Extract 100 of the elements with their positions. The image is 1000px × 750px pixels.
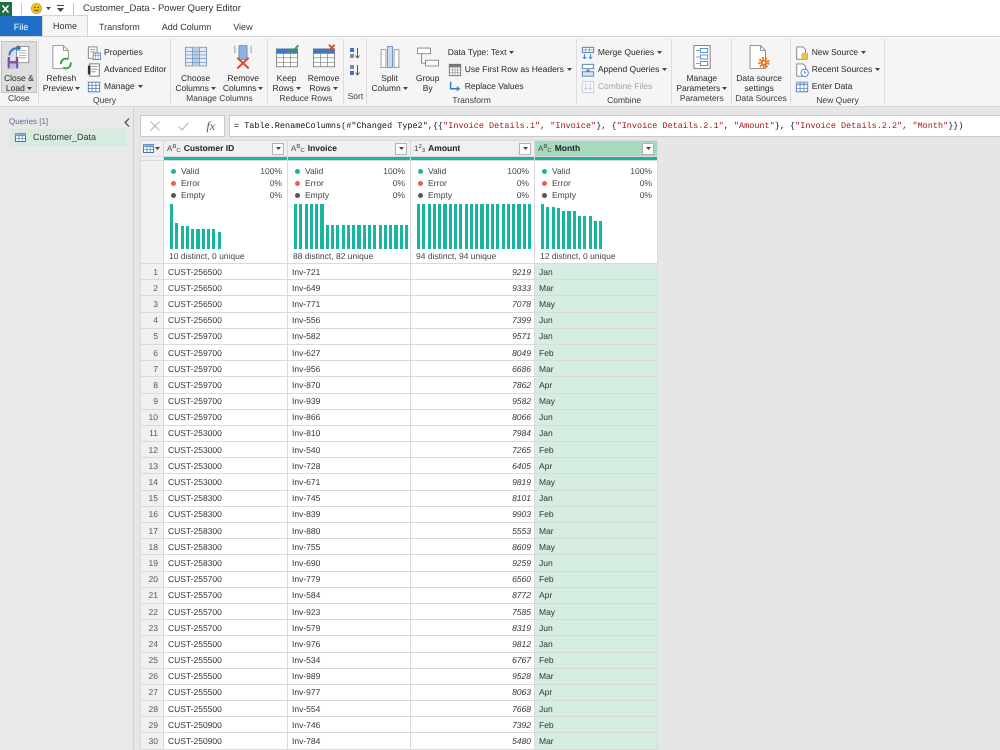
filter-button[interactable] [395,142,407,154]
file-tab[interactable]: File [0,16,42,36]
row-number: 21 [140,587,164,604]
remove-rows-button[interactable]: Remove Rows [304,41,342,93]
histogram-bar [357,225,361,249]
row-number: 19 [140,554,164,572]
table-cell: Inv-866 [288,409,410,426]
table-cell: CUST-255700 [164,603,288,620]
table-cell: 8609 [410,538,534,555]
histogram-bar [583,216,586,249]
column-header[interactable]: A$^{B}$$_{C}$ Invoice [288,140,410,156]
column-header[interactable]: 1$^{2}$$_{3}$ Amount [410,140,534,156]
append-queries-button[interactable]: Append Queries [578,61,670,78]
row-number: 24 [140,636,164,652]
choose-columns-button[interactable]: Choose Columns [172,41,219,93]
table-cell: CUST-253000 [164,442,288,458]
table-cell: CUST-259700 [164,328,288,344]
split-column-button[interactable]: Split Column [368,41,411,93]
table-cell: Feb [534,442,658,458]
histogram-bar [567,211,571,249]
table-cell: 9219 [410,264,534,280]
manage-button[interactable]: Manage [84,78,170,95]
histogram-bar [594,221,597,249]
ribbon-tab[interactable]: View [222,16,264,36]
table-cell: CUST-255700 [164,571,288,588]
table-cell: CUST-258300 [164,490,288,506]
table-cell: 9333 [410,280,534,296]
properties-button[interactable]: Properties [84,44,170,61]
manage-parameters-button[interactable]: Manage Parameters [673,41,730,93]
keep-rows-button[interactable]: Keep Rows [269,41,304,93]
new-source-button[interactable]: New Source [792,44,884,61]
group-by-button[interactable]: Group By [412,41,444,93]
remove-columns-button[interactable]: Remove Columns [220,41,266,93]
row-number: 25 [140,652,164,668]
table-cell: 7984 [410,425,534,442]
customize-toolbar-icon[interactable] [57,5,64,12]
histogram-bar [191,229,194,249]
table-cross-icon [310,44,337,70]
table-cell: Inv-771 [288,296,410,312]
stat-label: Error [305,178,324,188]
table-cell: May [534,393,658,410]
stat-value: 0% [392,190,405,200]
row-number: 13 [140,458,164,474]
row-number: 22 [140,603,164,620]
filter-button[interactable] [642,142,654,154]
data-type-button[interactable]: Data Type: Text [444,44,575,61]
query-item[interactable]: Customer_Data [10,129,127,146]
check-icon [178,122,189,130]
use-first-row-button[interactable]: Use First Row as Headers [444,61,575,78]
row-number: 7 [140,360,164,377]
table-cell: Mar [534,522,658,539]
ribbon-tab[interactable]: Home [42,15,88,36]
column-header[interactable]: A$^{B}$$_{C}$ Month [534,140,658,156]
table-cell: 7399 [410,312,534,328]
data-source-settings-button[interactable]: Data source settings [733,41,786,93]
insert-function-button[interactable]: fx [203,119,218,133]
table-cell: CUST-250900 [164,716,288,733]
table-icon [15,133,26,142]
table-cell: CUST-253000 [164,474,288,490]
table-cell: CUST-258300 [164,522,288,539]
column-header[interactable]: A$^{B}$$_{C}$ Customer ID [164,140,288,156]
table-cell: Inv-579 [288,620,410,636]
histogram-bar [454,204,458,249]
filter-button[interactable] [519,142,531,154]
ribbon-tab[interactable]: Transform [88,16,151,36]
table-cell: 9582 [410,393,534,410]
replace-values-button[interactable]: Replace Values [444,78,575,95]
table-cell: Mar [534,360,658,377]
advanced-editor-button[interactable]: Advanced Editor [84,61,170,78]
caret-icon [155,147,160,150]
table-cell: CUST-256500 [164,296,288,312]
histogram-bar [470,204,473,249]
table-cell: CUST-255500 [164,668,288,684]
histogram-bar [496,204,500,249]
stat-label: Valid [552,166,570,176]
histogram-bar [299,204,302,249]
ribbon-tab[interactable]: Add Column [150,16,222,36]
recent-sources-button[interactable]: Recent Sources [792,61,884,78]
caret-icon [566,68,572,71]
caret-icon [75,87,80,90]
caret-icon [296,87,301,90]
table-cell: CUST-253000 [164,458,288,474]
caret-icon [861,51,866,54]
formula-field[interactable]: = Table.RenameColumns(#"Changed Type2",{{"Invoice Details.1", "Invoice"}, {"Invoice Details.2.1", "Amount"}, {"Invoice Details.2.2", "Month"}}) [229,115,1000,137]
merge-queries-button[interactable]: Merge Queries [578,44,670,61]
collapse-icon[interactable] [124,118,130,126]
filter-button[interactable] [272,142,284,154]
enter-data-button[interactable]: Enter Data [792,78,884,95]
group-label: Query [92,95,118,106]
caret-icon [522,147,528,150]
histogram-bar [352,225,356,249]
document-database-icon [794,46,809,60]
table-cell: CUST-255700 [164,620,288,636]
close-and-load-button[interactable]: Close & Load [1,41,37,93]
histogram-bar [448,204,452,249]
row-number: 12 [140,442,164,458]
column-name: Amount [428,143,460,154]
table-cell: 6686 [410,360,534,377]
table-cell: Inv-880 [288,522,410,539]
refresh-preview-button[interactable]: Refresh Preview [40,41,83,93]
